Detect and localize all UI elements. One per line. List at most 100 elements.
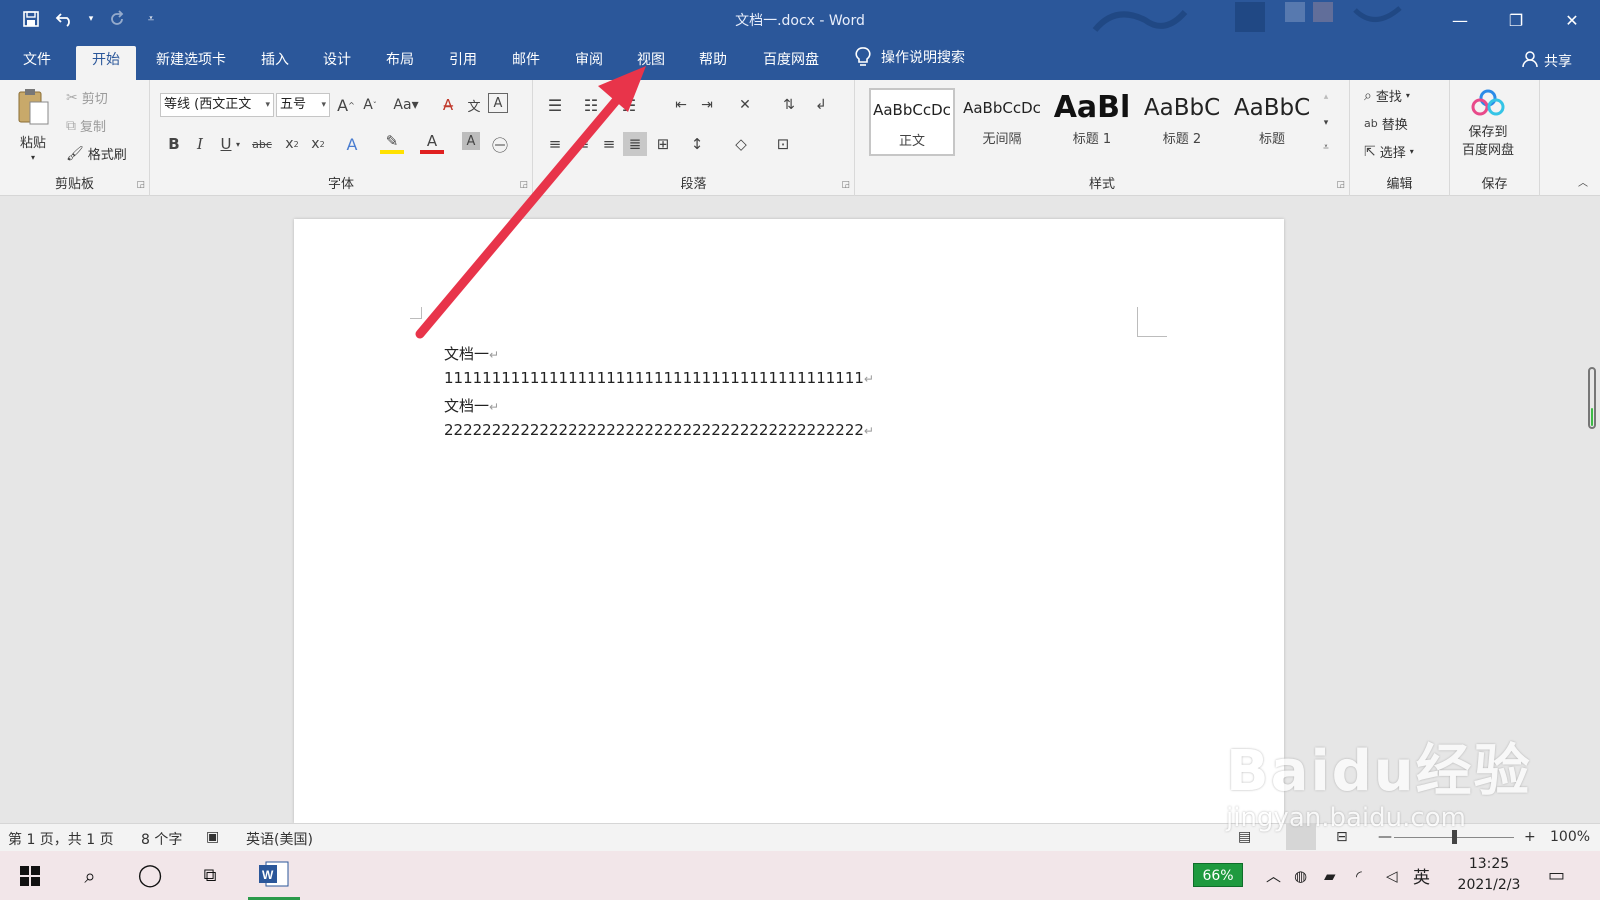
- document-page[interactable]: 文档一↵ 11111111111111111111111111111111111…: [294, 219, 1284, 823]
- tab-insert[interactable]: 插入: [252, 48, 298, 80]
- character-border-icon[interactable]: A: [488, 93, 508, 113]
- paragraph[interactable]: 文档一↵: [444, 395, 499, 416]
- paragraph[interactable]: 2222222222222222222222222222222222222222…: [444, 421, 874, 439]
- share-button[interactable]: 共享: [1522, 50, 1572, 72]
- tab-help[interactable]: 帮助: [690, 48, 736, 80]
- dialog-launcher-icon[interactable]: ◲: [1336, 180, 1345, 190]
- tab-layout[interactable]: 布局: [377, 48, 423, 80]
- tab-new-tab[interactable]: 新建选项卡: [146, 48, 236, 80]
- subscript-icon[interactable]: x2: [280, 132, 304, 156]
- text-effects-icon[interactable]: A: [340, 132, 364, 156]
- format-painter-button[interactable]: 🖌 格式刷: [66, 144, 127, 164]
- tray-expand-icon[interactable]: ︿: [1266, 851, 1281, 900]
- cut-button[interactable]: ✂ 剪切: [66, 88, 108, 108]
- numbering-icon[interactable]: ☷: [579, 93, 603, 117]
- sort-icon[interactable]: ⇅: [777, 93, 801, 117]
- font-size-combo[interactable]: 五号 ▾: [276, 93, 330, 117]
- close-button[interactable]: ✕: [1544, 0, 1600, 40]
- highlight-icon[interactable]: ✎: [380, 132, 404, 154]
- shrink-font-icon[interactable]: Aˇ: [358, 93, 382, 117]
- chevron-down-icon[interactable]: ▾: [1318, 112, 1334, 134]
- show-marks-icon[interactable]: ↲: [809, 93, 833, 117]
- clear-formatting-icon[interactable]: A̶: [436, 93, 460, 117]
- tab-file[interactable]: 文件: [14, 48, 60, 80]
- chevron-up-icon[interactable]: ▴: [1318, 86, 1334, 108]
- save-to-baidu-button[interactable]: 保存到 百度网盘: [1462, 88, 1514, 160]
- superscript-icon[interactable]: x2: [306, 132, 330, 156]
- cortana-icon[interactable]: ◯: [126, 851, 174, 900]
- borders-icon[interactable]: ⊡: [771, 132, 795, 156]
- collapse-ribbon-icon[interactable]: ︿: [1576, 174, 1590, 189]
- restore-button[interactable]: ❐: [1488, 0, 1544, 40]
- task-view-icon[interactable]: ⧉: [186, 851, 234, 900]
- style-title[interactable]: AaBbC 标题: [1229, 88, 1315, 156]
- replace-button[interactable]: ab 替换: [1364, 114, 1408, 133]
- italic-icon[interactable]: I: [188, 132, 212, 156]
- enclose-characters-icon[interactable]: ㊀: [488, 132, 512, 156]
- tab-references[interactable]: 引用: [440, 48, 486, 80]
- multilevel-list-icon[interactable]: ☵: [617, 93, 641, 117]
- word-count[interactable]: 8 个字: [141, 829, 182, 849]
- tab-baidu-netdisk[interactable]: 百度网盘: [756, 48, 826, 80]
- paragraph[interactable]: 1111111111111111111111111111111111111111…: [444, 369, 874, 387]
- wifi-icon[interactable]: ◜: [1356, 851, 1362, 900]
- grow-font-icon[interactable]: A ^: [334, 93, 358, 117]
- distributed-icon[interactable]: ⊞: [651, 132, 675, 156]
- language-indicator[interactable]: 英语(美国): [246, 829, 313, 849]
- style-heading-1[interactable]: AaBl 标题 1: [1049, 88, 1135, 156]
- page-count[interactable]: 第 1 页，共 1 页: [8, 829, 114, 849]
- minimize-button[interactable]: —: [1432, 0, 1488, 40]
- dialog-launcher-icon[interactable]: ◲: [519, 180, 528, 190]
- search-icon[interactable]: ⌕: [66, 851, 114, 900]
- align-left-icon[interactable]: ≡: [543, 132, 567, 156]
- character-shading-icon[interactable]: A: [462, 132, 480, 150]
- paste-button[interactable]: 粘贴 ▾: [16, 86, 50, 162]
- style-no-spacing[interactable]: AaBbCcDc 无间隔: [959, 88, 1045, 156]
- dialog-launcher-icon[interactable]: ◲: [136, 180, 145, 190]
- notification-icon[interactable]: ▭: [1548, 851, 1565, 900]
- dialog-launcher-icon[interactable]: ◲: [841, 180, 850, 190]
- tab-review[interactable]: 审阅: [566, 48, 612, 80]
- style-heading-2[interactable]: AaBbC 标题 2: [1139, 88, 1225, 156]
- zoom-level[interactable]: 100%: [1550, 829, 1590, 845]
- power-icon[interactable]: ▰: [1324, 851, 1336, 900]
- globe-icon[interactable]: ◍: [1294, 851, 1307, 900]
- system-clock[interactable]: 13:25 2021/2/3: [1448, 854, 1530, 896]
- volume-icon[interactable]: ◁: [1386, 851, 1398, 900]
- line-spacing-icon[interactable]: ↕: [685, 132, 709, 156]
- battery-indicator[interactable]: 66%: [1193, 863, 1243, 887]
- change-case-icon[interactable]: Aa▾: [390, 93, 422, 117]
- bold-icon[interactable]: B: [162, 132, 186, 156]
- tab-home[interactable]: 开始: [76, 46, 136, 80]
- increase-indent-icon[interactable]: ⇥: [695, 93, 719, 117]
- tell-me-search[interactable]: 操作说明搜索: [855, 47, 965, 67]
- align-right-icon[interactable]: ≡: [597, 132, 621, 156]
- find-button[interactable]: ⌕ 查找 ▾: [1364, 86, 1410, 106]
- font-color-icon[interactable]: A: [420, 132, 444, 154]
- chinese-layout-icon[interactable]: ✕: [733, 93, 757, 117]
- more-styles-icon[interactable]: ⩡: [1318, 136, 1334, 158]
- select-button[interactable]: ⇱ 选择 ▾: [1364, 142, 1414, 162]
- proofing-icon[interactable]: ▣: [206, 829, 219, 845]
- phonetic-guide-icon[interactable]: 文: [462, 93, 486, 117]
- font-name-combo[interactable]: 等线 (西文正文 ▾: [160, 93, 274, 117]
- tab-view[interactable]: 视图: [628, 48, 674, 80]
- scroll-indicator[interactable]: [1588, 367, 1596, 429]
- justify-icon[interactable]: ≣: [623, 132, 647, 156]
- strikethrough-icon[interactable]: abc: [250, 132, 274, 156]
- bullets-icon[interactable]: ☰: [543, 93, 567, 117]
- decrease-indent-icon[interactable]: ⇤: [669, 93, 693, 117]
- word-taskbar-icon[interactable]: W: [248, 851, 300, 900]
- style-preview: AaBbC: [1143, 95, 1221, 121]
- windows-start-icon[interactable]: [6, 851, 54, 900]
- chevron-down-icon[interactable]: ▾: [232, 132, 244, 156]
- copy-button[interactable]: ⧉ 复制: [66, 116, 106, 136]
- paragraph[interactable]: 文档一↵: [444, 343, 499, 364]
- ime-indicator[interactable]: 英: [1413, 851, 1430, 900]
- align-center-icon[interactable]: ≡: [571, 132, 595, 156]
- shading-icon[interactable]: ◇: [729, 132, 753, 156]
- editing-group: ⌕ 查找 ▾ ab 替换 ⇱ 选择 ▾ 编辑: [1350, 80, 1450, 196]
- style-normal[interactable]: AaBbCcDc 正文: [869, 88, 955, 156]
- tab-design[interactable]: 设计: [314, 48, 360, 80]
- tab-mailings[interactable]: 邮件: [503, 48, 549, 80]
